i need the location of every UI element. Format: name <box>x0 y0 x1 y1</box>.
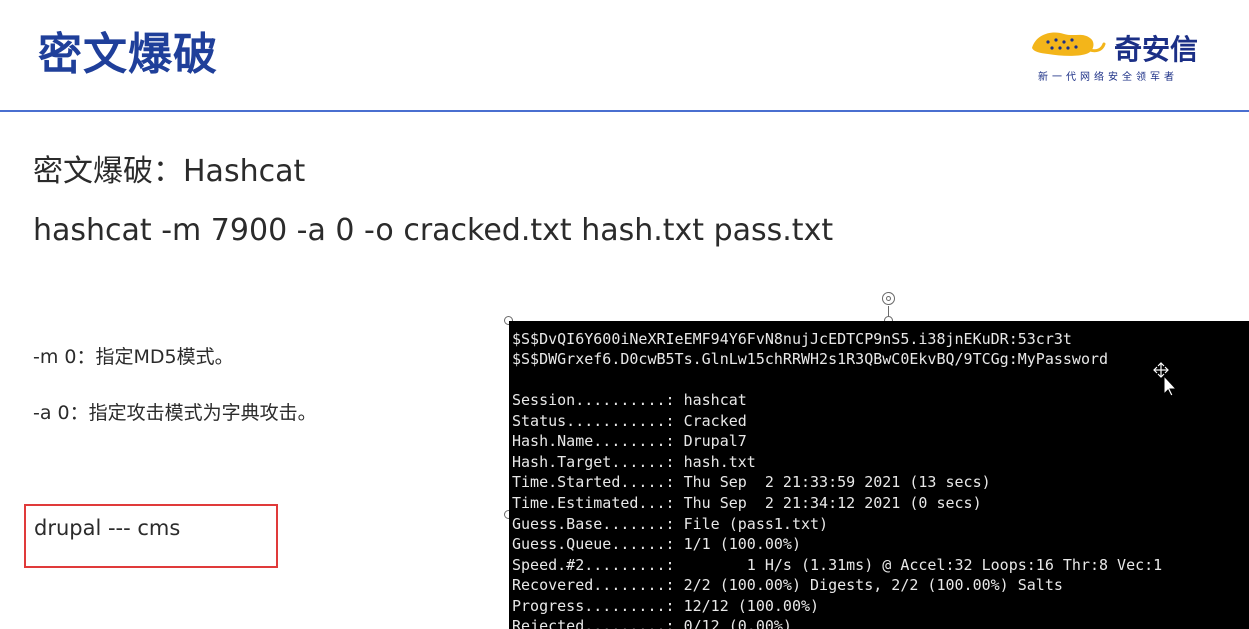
rotate-handle-icon[interactable] <box>882 292 895 305</box>
terminal-line: Time.Started.....: Thu Sep 2 21:33:59 20… <box>512 473 991 491</box>
section-subtitle: 密文爆破：Hashcat <box>33 154 306 189</box>
slide-title: 密文爆破 <box>38 29 218 80</box>
slide-header: 密文爆破 奇安信 新一代网络安全领军者 <box>0 0 1249 110</box>
terminal-line: Speed.#2.........: 1 H/s (1.31ms) @ Acce… <box>512 556 1163 574</box>
terminal-line: Recovered........: 2/2 (100.00%) Digests… <box>512 576 1063 594</box>
note-mode: -m 0：指定MD5模式。 <box>33 346 234 368</box>
logo-name: 奇安信 <box>1114 33 1199 66</box>
move-cursor-icon <box>1153 362 1178 396</box>
terminal-line: Hash.Name........: Drupal7 <box>512 432 747 450</box>
terminal-line: Hash.Target......: hash.txt <box>512 453 756 471</box>
qianxin-leopard-logo-icon <box>1032 32 1106 56</box>
highlight-box[interactable]: drupal --- cms <box>24 504 278 568</box>
terminal-screenshot[interactable]: $S$DvQI6Y600iNeXRIeEMF94Y6FvN8nujJcEDTCP… <box>509 321 1249 629</box>
highlight-box-text: drupal --- cms <box>34 516 181 540</box>
terminal-line: Session..........: hashcat <box>512 391 747 409</box>
company-logo: 奇安信 新一代网络安全领军者 <box>1030 24 1230 86</box>
terminal-line: Guess.Queue......: 1/1 (100.00%) <box>512 535 801 553</box>
terminal-line: Status...........: Cracked <box>512 412 747 430</box>
terminal-line: $S$DWGrxef6.D0cwB5Ts.GlnLw15chRRWH2s1R3Q… <box>512 350 1109 368</box>
terminal-line: Progress.........: 12/12 (100.00%) <box>512 597 820 615</box>
note-attack: -a 0：指定攻击模式为字典攻击。 <box>33 402 317 424</box>
terminal-line: Guess.Base.......: File (pass1.txt) <box>512 515 829 533</box>
hashcat-command: hashcat -m 7900 -a 0 -o cracked.txt hash… <box>33 213 834 248</box>
terminal-line: Time.Estimated...: Thu Sep 2 21:34:12 20… <box>512 494 982 512</box>
logo-tagline: 新一代网络安全领军者 <box>1038 72 1178 83</box>
terminal-line: $S$DvQI6Y600iNeXRIeEMF94Y6FvN8nujJcEDTCP… <box>512 330 1072 348</box>
header-divider <box>0 110 1249 112</box>
terminal-line: Rejected.........: 0/12 (0.00%) <box>512 617 792 629</box>
